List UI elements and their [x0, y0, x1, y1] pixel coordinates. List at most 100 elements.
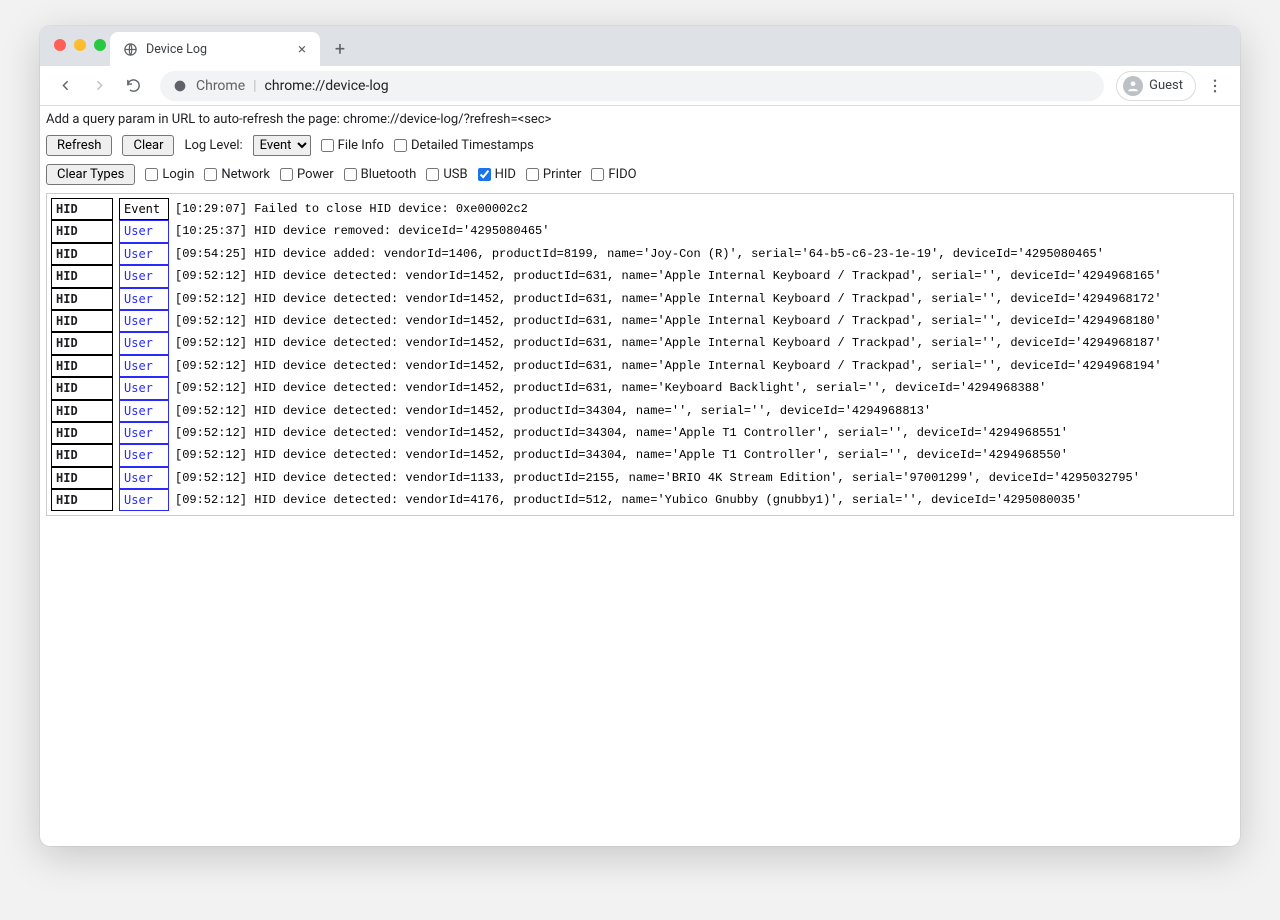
- log-row: HIDUser[09:52:12] HID device detected: v…: [51, 288, 1229, 310]
- log-tag: HID: [51, 332, 113, 354]
- type-filter-label: HID: [495, 167, 516, 182]
- log-level-badge: User: [119, 243, 169, 265]
- log-tag: HID: [51, 377, 113, 399]
- type-filter-label: Printer: [543, 167, 582, 182]
- type-filter-checkbox[interactable]: [344, 168, 357, 181]
- type-filter-label: FIDO: [608, 167, 636, 182]
- log-level-badge: User: [119, 355, 169, 377]
- refresh-button[interactable]: Refresh: [46, 135, 112, 156]
- log-level-badge: User: [119, 400, 169, 422]
- log-message: [10:25:37] HID device removed: deviceId=…: [175, 221, 549, 241]
- type-filter-label: Bluetooth: [361, 167, 417, 182]
- close-window-button[interactable]: [54, 39, 66, 51]
- forward-button[interactable]: [84, 71, 114, 101]
- browser-window: Device Log × + Chrome | chrome://device-…: [40, 26, 1240, 846]
- log-level-badge: User: [119, 489, 169, 511]
- log-level-badge: Event: [119, 198, 169, 220]
- log-row: HIDUser[09:52:12] HID device detected: v…: [51, 489, 1229, 511]
- type-filter-checkbox[interactable]: [426, 168, 439, 181]
- log-level-badge: User: [119, 422, 169, 444]
- log-level-badge: User: [119, 310, 169, 332]
- log-area: HID Event [10:29:07] Failed to close HID d…: [46, 193, 1234, 516]
- type-filter-checkbox[interactable]: [478, 168, 491, 181]
- type-filter-checkbox[interactable]: [204, 168, 217, 181]
- file-info-checkbox[interactable]: File Info: [321, 138, 384, 153]
- log-tag: HID: [51, 198, 113, 220]
- log-message: [09:52:12] HID device detected: vendorId…: [175, 333, 1162, 353]
- log-message: [09:54:25] HID device added: vendorId=14…: [175, 244, 1104, 264]
- log-row: HID User [09:52:12] HID device detected: v…: [51, 444, 1229, 466]
- log-level-badge: User: [119, 444, 169, 466]
- log-tag: HID: [51, 220, 113, 242]
- log-level-select[interactable]: Event: [253, 135, 311, 156]
- detailed-ts-checkbox[interactable]: Detailed Timestamps: [394, 138, 534, 153]
- log-tag: HID: [51, 467, 113, 489]
- tab-close-button[interactable]: ×: [294, 40, 310, 58]
- log-message: [09:52:12] HID device detected: vendorId…: [175, 468, 1140, 488]
- minimize-window-button[interactable]: [74, 39, 86, 51]
- log-tag: HID: [51, 310, 113, 332]
- controls-row-2: Clear Types Login Network Power Bluetooth US…: [44, 162, 1236, 191]
- back-button[interactable]: [50, 71, 80, 101]
- log-row: HIDUser[10:25:37] HID device removed: de…: [51, 220, 1229, 242]
- log-tag: HID: [51, 288, 113, 310]
- log-tag: HID: [51, 422, 113, 444]
- type-filter-hid[interactable]: HID: [478, 167, 516, 182]
- type-filter-label: Power: [297, 167, 334, 182]
- type-filter-checkbox[interactable]: [145, 168, 158, 181]
- log-tag: HID: [51, 400, 113, 422]
- detailed-ts-input[interactable]: [394, 139, 407, 152]
- avatar-icon: [1123, 76, 1143, 96]
- reload-button[interactable]: [118, 71, 148, 101]
- profile-label: Guest: [1149, 78, 1183, 93]
- log-tag: HID: [51, 444, 113, 466]
- browser-tab[interactable]: Device Log ×: [110, 32, 320, 66]
- log-level-label: Log Level:: [184, 138, 242, 153]
- type-filter-power[interactable]: Power: [280, 167, 334, 182]
- log-message: [09:52:12] HID device detected: vendorId…: [175, 378, 1046, 398]
- type-filter-fido[interactable]: FIDO: [591, 167, 636, 182]
- log-message: [09:52:12] HID device detected: vendorId…: [175, 289, 1162, 309]
- log-row: HIDUser[09:52:12] HID device detected: v…: [51, 310, 1229, 332]
- type-filter-checkbox[interactable]: [591, 168, 604, 181]
- log-row: HID User [09:52:12] HID device detected: v…: [51, 355, 1229, 377]
- type-filter-login[interactable]: Login: [145, 167, 194, 182]
- new-tab-button[interactable]: +: [326, 35, 354, 63]
- log-tag: HID: [51, 355, 113, 377]
- address-bar[interactable]: Chrome | chrome://device-log: [160, 71, 1104, 101]
- type-filter-network[interactable]: Network: [204, 167, 270, 182]
- log-tag: HID: [51, 265, 113, 287]
- omnibox-url: chrome://device-log: [265, 78, 389, 94]
- type-filter-label: USB: [443, 167, 467, 182]
- log-row: HIDUser[09:52:12] HID device detected: v…: [51, 400, 1229, 422]
- log-message: [09:52:12] HID device detected: vendorId…: [175, 266, 1162, 286]
- type-filter-bluetooth[interactable]: Bluetooth: [344, 167, 417, 182]
- chrome-menu-button[interactable]: [1200, 71, 1230, 101]
- log-level-badge: User: [119, 467, 169, 489]
- clear-types-button[interactable]: Clear Types: [46, 164, 135, 185]
- log-level-badge: User: [119, 265, 169, 287]
- log-message: [10:29:07] Failed to close HID device: 0…: [175, 199, 528, 219]
- maximize-window-button[interactable]: [94, 39, 106, 51]
- type-filter-usb[interactable]: USB: [426, 167, 467, 182]
- log-row: HID User [09:52:12] HID device detected: v…: [51, 377, 1229, 399]
- log-level-badge: User: [119, 332, 169, 354]
- profile-button[interactable]: Guest: [1116, 71, 1196, 101]
- log-row: HID User [09:52:12] HID device detected: v…: [51, 332, 1229, 354]
- log-level-badge: User: [119, 377, 169, 399]
- file-info-input[interactable]: [321, 139, 334, 152]
- type-filter-printer[interactable]: Printer: [526, 167, 582, 182]
- log-row: HIDUser[09:52:12] HID device detected: v…: [51, 422, 1229, 444]
- browser-toolbar: Chrome | chrome://device-log Guest: [40, 66, 1240, 106]
- log-row: HID User [09:52:12] HID device detected: v…: [51, 467, 1229, 489]
- tab-strip: Device Log × +: [40, 26, 1240, 66]
- type-filter-checkbox[interactable]: [280, 168, 293, 181]
- log-row: HID User [09:52:12] HID device detected: v…: [51, 265, 1229, 287]
- log-tag: HID: [51, 489, 113, 511]
- log-message: [09:52:12] HID device detected: vendorId…: [175, 356, 1162, 376]
- log-message: [09:52:12] HID device detected: vendorId…: [175, 445, 1068, 465]
- type-filter-checkbox[interactable]: [526, 168, 539, 181]
- clear-button[interactable]: Clear: [122, 135, 174, 156]
- site-info-icon[interactable]: [172, 78, 188, 94]
- type-filter-label: Network: [221, 167, 270, 182]
